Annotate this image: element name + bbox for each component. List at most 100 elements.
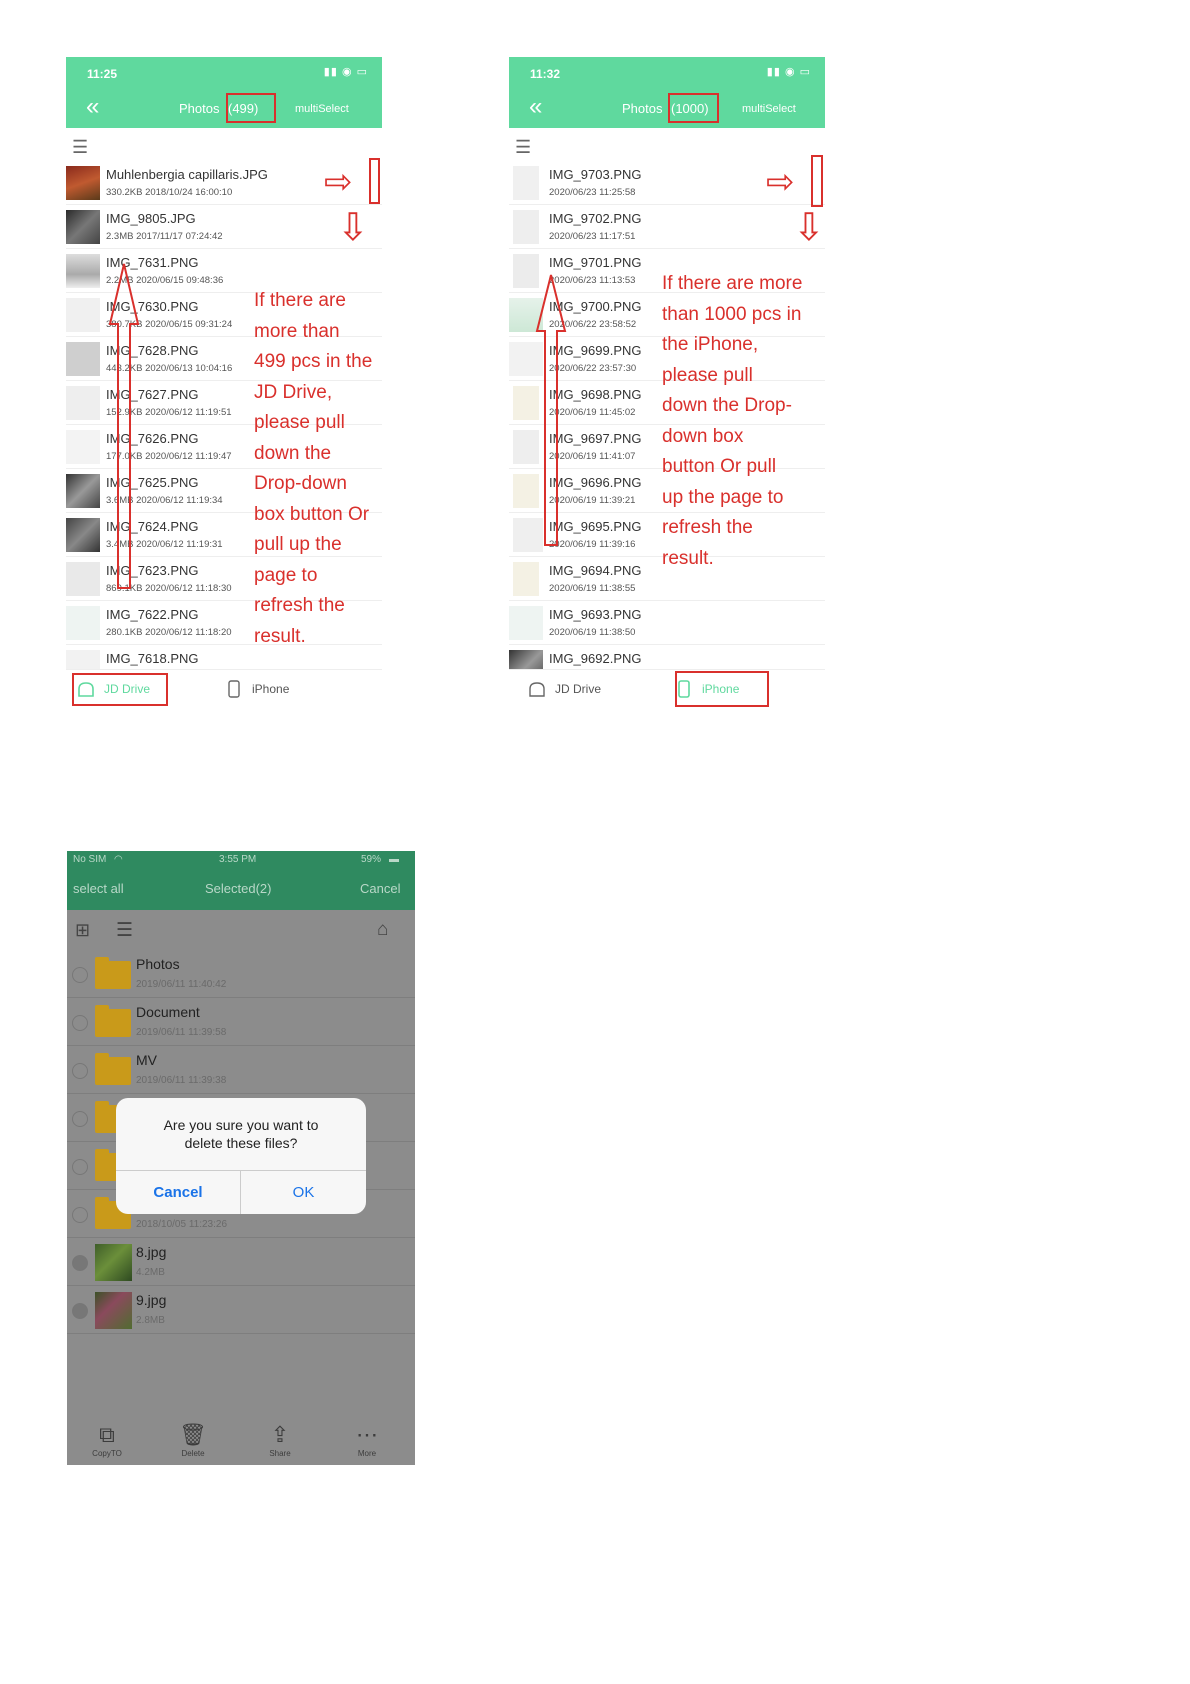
thumbnail: [66, 210, 100, 244]
checkbox-checked[interactable]: [72, 1303, 88, 1319]
select-all-button[interactable]: select all: [73, 881, 124, 896]
highlight-box: [72, 673, 168, 706]
thumbnail: [513, 210, 539, 244]
thumbnail: [66, 342, 100, 376]
share-icon: ⇪: [270, 1422, 290, 1447]
file-name: IMG_9702.PNG: [549, 211, 642, 226]
tab-iphone[interactable]: iPhone: [224, 680, 289, 698]
dialog-message-line: delete these files?: [184, 1135, 298, 1151]
list-item[interactable]: MV 2019/06/11 11:39:38: [67, 1046, 415, 1094]
list-item[interactable]: Document 2019/06/11 11:39:58: [67, 998, 415, 1046]
thumbnail: [66, 298, 100, 332]
new-folder-icon[interactable]: ⊞: [75, 920, 90, 941]
share-button[interactable]: ⇪ Share: [250, 1422, 310, 1459]
checkbox[interactable]: [72, 1111, 88, 1127]
more-button[interactable]: ⋯ More: [337, 1423, 397, 1459]
home-icon[interactable]: ⌂: [377, 919, 388, 941]
header: No SIM ◠ 3:55 PM 59% ▬ select all Select…: [67, 851, 415, 910]
annotation-line: please pull: [662, 364, 753, 386]
checkbox[interactable]: [72, 1015, 88, 1031]
highlight-box: [668, 93, 719, 123]
annotation-line: the iPhone,: [662, 334, 759, 355]
annotation-line: down the: [254, 442, 332, 464]
dialog-message: Are you sure you want to delete these fi…: [116, 1116, 366, 1152]
sort-icon[interactable]: ☰: [116, 919, 133, 942]
thumbnail: [66, 518, 100, 552]
sort-icon[interactable]: ☰: [515, 137, 531, 158]
item-meta: 2018/10/05 11:23:26: [136, 1219, 228, 1230]
item-name: 9.jpg: [136, 1292, 167, 1308]
arrow-right-icon: ⇨: [766, 163, 795, 201]
annotation-line: Drop-down: [254, 473, 347, 494]
cancel-button[interactable]: Cancel: [360, 881, 400, 896]
delete-button[interactable]: 🗑︎ Delete: [163, 1423, 223, 1459]
checkbox[interactable]: [72, 1207, 88, 1223]
list-item[interactable]: IMG_9805.JPG 2.3MB 2017/11/17 07:24:42: [66, 205, 382, 249]
file-name: IMG_7618.PNG: [106, 651, 199, 666]
list-item[interactable]: 9.jpg 2.8MB: [67, 1286, 415, 1334]
file-name: IMG_9701.PNG: [549, 255, 642, 270]
annotation-line: down the Drop-: [662, 395, 792, 416]
header: 11:25 ▮▮ ◉ ▭ « Photos (499) multiSelect: [66, 57, 382, 128]
file-meta: 2020/06/19 11:38:50: [549, 627, 636, 638]
thumbnail: [66, 166, 100, 200]
back-icon[interactable]: «: [86, 95, 99, 119]
item-name: Photos: [136, 956, 180, 972]
copy-icon: ⧉: [99, 1422, 115, 1447]
copyto-button[interactable]: ⧉ CopyTO: [77, 1422, 137, 1459]
list-item[interactable]: 8.jpg 4.2MB: [67, 1238, 415, 1286]
dialog-buttons: Cancel OK: [116, 1170, 366, 1214]
action-label: CopyTO: [92, 1449, 122, 1458]
action-label: Share: [269, 1449, 291, 1458]
status-time: 11:25: [87, 67, 118, 81]
phone-screenshot-iphone: 11:32 ▮▮ ◉ ▭ « Photos (1000) multiSelect…: [509, 57, 825, 712]
action-label: Delete: [181, 1449, 205, 1458]
annotation-line: refresh the: [662, 517, 753, 538]
phone-screenshot-jd-drive: 11:25 ▮▮ ◉ ▭ « Photos (499) multiSelect …: [66, 57, 382, 712]
multiselect-button[interactable]: multiSelect: [742, 103, 796, 115]
dialog-ok-button[interactable]: OK: [241, 1171, 366, 1214]
file-name: IMG_9694.PNG: [549, 563, 642, 578]
item-name: 8.jpg: [136, 1244, 167, 1260]
annotation-line: page to: [254, 564, 318, 586]
cloud-drive-icon: [529, 682, 545, 697]
image-thumbnail: [95, 1292, 132, 1329]
status-time: 3:55 PM: [219, 854, 257, 865]
item-meta: 2019/06/11 11:39:58: [136, 1027, 227, 1038]
checkbox[interactable]: [72, 967, 88, 983]
dialog-cancel-button[interactable]: Cancel: [116, 1171, 241, 1214]
folder-icon: [95, 957, 131, 989]
annotation-line: button Or pull: [662, 456, 777, 477]
list-item[interactable]: IMG_9693.PNG 2020/06/19 11:38:50: [509, 601, 825, 645]
page-title: Photos: [179, 101, 220, 116]
checkbox[interactable]: [72, 1159, 88, 1175]
item-meta: 2019/06/11 11:39:38: [136, 1075, 227, 1086]
highlight-box: [226, 93, 276, 123]
annotation-line: 499 pcs in the: [254, 351, 373, 372]
list-item[interactable]: Photos 2019/06/11 11:40:42: [67, 950, 415, 998]
back-icon[interactable]: «: [529, 95, 542, 119]
tab-jd-drive[interactable]: JD Drive: [527, 680, 601, 698]
arrow-up-icon: [108, 263, 140, 589]
dialog-message-line: Are you sure you want to: [163, 1117, 319, 1133]
thumbnail: [66, 474, 100, 508]
checkbox-checked[interactable]: [72, 1255, 88, 1271]
status-carrier: No SIM: [73, 854, 107, 865]
file-name: IMG_9703.PNG: [549, 167, 642, 182]
file-name: IMG_9693.PNG: [549, 607, 642, 622]
annotation-text: If there are more than 1000 pcs in the i…: [662, 269, 802, 574]
checkbox[interactable]: [72, 1063, 88, 1079]
wifi-icon: ◠: [114, 854, 123, 865]
sort-icon[interactable]: ☰: [72, 137, 88, 158]
arrow-down-icon: ⇩: [337, 207, 369, 249]
annotation-line: pull up the: [254, 534, 342, 555]
thumbnail: [66, 386, 100, 420]
arrow-up-icon: [535, 274, 567, 546]
thumbnail: [66, 430, 100, 464]
annotation-line: please pull: [254, 412, 345, 433]
file-meta: 2020/06/19 11:38:55: [549, 583, 636, 594]
multiselect-button[interactable]: multiSelect: [295, 103, 349, 115]
annotation-line: result.: [662, 547, 714, 569]
list-item[interactable]: IMG_9702.PNG 2020/06/23 11:17:51: [509, 205, 825, 249]
thumbnail: [66, 254, 100, 288]
